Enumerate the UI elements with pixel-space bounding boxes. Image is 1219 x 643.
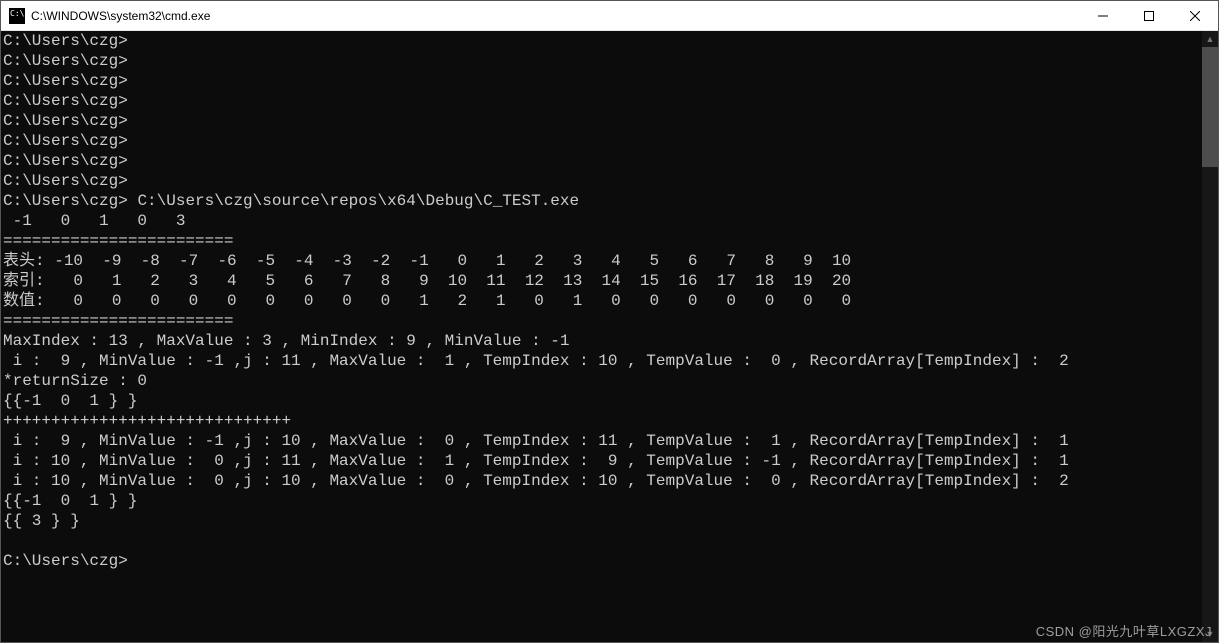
output-line: {{ 3 } } — [3, 512, 80, 530]
output-line: MaxIndex : 13 , MaxValue : 3 , MinIndex … — [3, 332, 570, 350]
output-line: -1 0 1 0 3 — [3, 212, 185, 230]
table-header-label: 表头: — [3, 252, 45, 270]
table-header: -10 -9 -8 -7 -6 -5 -4 -3 -2 -1 0 1 2 3 4… — [45, 252, 852, 270]
output-line: ======================== — [3, 232, 233, 250]
output-line: i : 9 , MinValue : -1 ,j : 11 , MaxValue… — [3, 352, 1069, 370]
prompt: C:\Users\czg> — [3, 552, 128, 570]
maximize-button[interactable] — [1126, 1, 1172, 30]
prompt: C:\Users\czg> — [3, 32, 128, 50]
terminal-client-area[interactable]: C:\Users\czg> C:\Users\czg> C:\Users\czg… — [1, 31, 1218, 642]
table-value: 0 0 0 0 0 0 0 0 0 1 2 1 0 1 0 0 0 0 0 0 … — [45, 292, 852, 310]
prompt: C:\Users\czg> — [3, 112, 128, 130]
prompt: C:\Users\czg> — [3, 72, 128, 90]
scrollbar-track[interactable]: ▲ ▼ — [1202, 31, 1218, 642]
output-line: ++++++++++++++++++++++++++++++ — [3, 412, 291, 430]
scroll-up-icon[interactable]: ▲ — [1202, 31, 1218, 47]
scrollbar-thumb[interactable] — [1202, 47, 1218, 167]
cmd-icon — [9, 8, 25, 24]
prompt: C:\Users\czg> — [3, 92, 128, 110]
table-index: 0 1 2 3 4 5 6 7 8 9 10 11 12 13 14 15 16… — [45, 272, 852, 290]
table-index-label: 索引: — [3, 272, 45, 290]
prompt: C:\Users\czg> — [3, 192, 128, 210]
output-line: {{-1 0 1 } } — [3, 392, 137, 410]
output-line: ======================== — [3, 312, 233, 330]
console-output: C:\Users\czg> C:\Users\czg> C:\Users\czg… — [1, 31, 1218, 571]
close-button[interactable] — [1172, 1, 1218, 30]
window-controls — [1080, 1, 1218, 30]
output-line: i : 9 , MinValue : -1 ,j : 10 , MaxValue… — [3, 432, 1069, 450]
table-value-label: 数值: — [3, 292, 45, 310]
output-line: *returnSize : 0 — [3, 372, 147, 390]
cmd-window: C:\WINDOWS\system32\cmd.exe C:\Users\czg… — [0, 0, 1219, 643]
minimize-button[interactable] — [1080, 1, 1126, 30]
output-line: {{-1 0 1 } } — [3, 492, 137, 510]
prompt: C:\Users\czg> — [3, 152, 128, 170]
window-title: C:\WINDOWS\system32\cmd.exe — [31, 9, 1080, 23]
command-text: C:\Users\czg\source\repos\x64\Debug\C_TE… — [137, 192, 579, 210]
titlebar[interactable]: C:\WINDOWS\system32\cmd.exe — [1, 1, 1218, 31]
prompt: C:\Users\czg> — [3, 172, 128, 190]
output-line: i : 10 , MinValue : 0 ,j : 11 , MaxValue… — [3, 452, 1069, 470]
watermark-text: CSDN @阳光九叶草LXGZXJ — [1036, 621, 1212, 640]
prompt: C:\Users\czg> — [3, 132, 128, 150]
output-line: i : 10 , MinValue : 0 ,j : 10 , MaxValue… — [3, 472, 1069, 490]
prompt: C:\Users\czg> — [3, 52, 128, 70]
